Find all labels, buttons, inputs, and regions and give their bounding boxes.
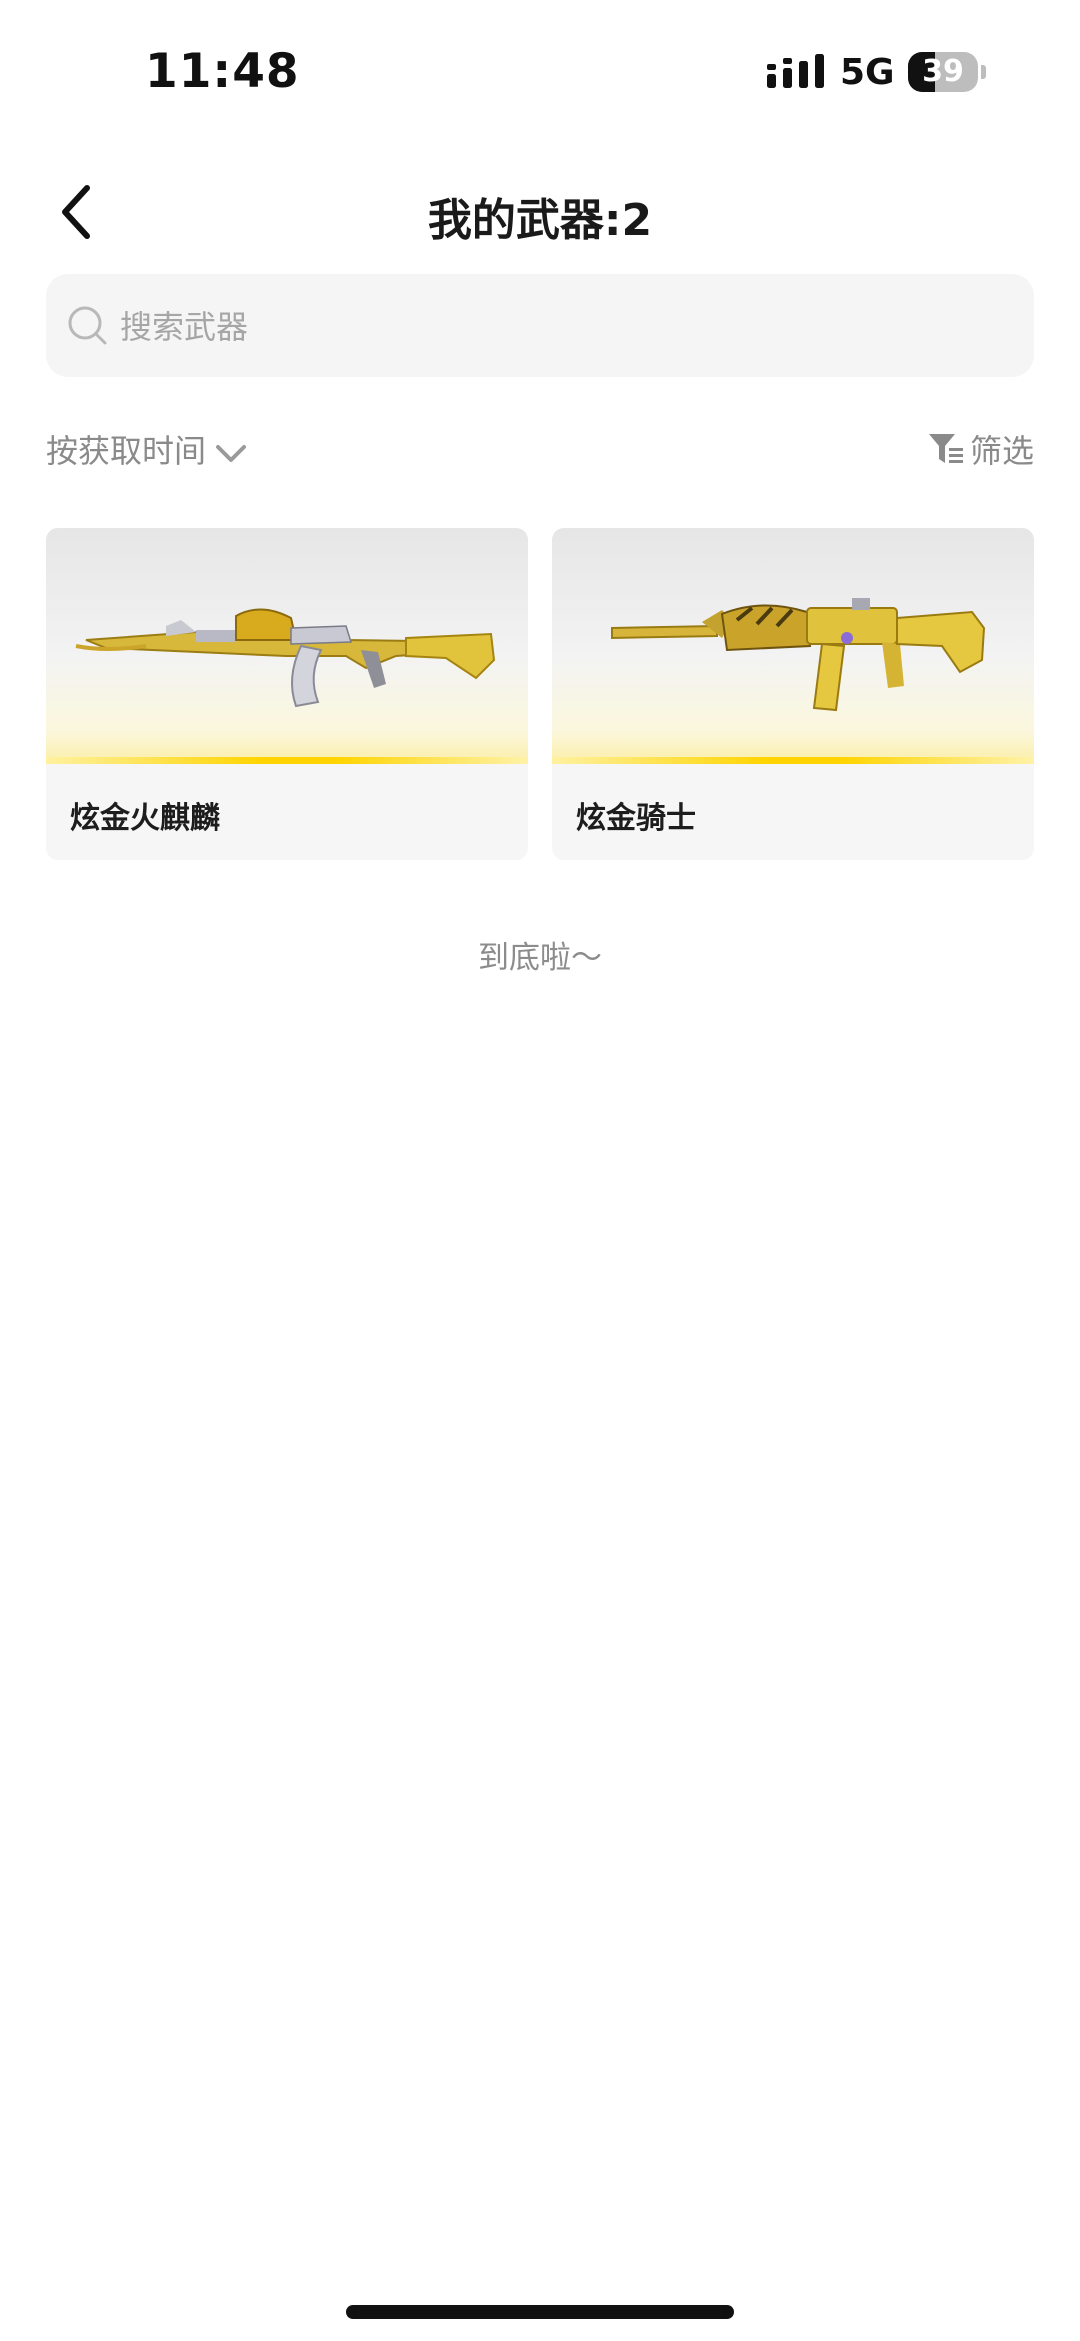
weapon-image — [552, 528, 1034, 764]
filter-button[interactable]: 筛选 — [928, 424, 1034, 474]
weapon-name: 炫金火麒麟 — [70, 801, 220, 836]
weapon-name: 炫金骑士 — [576, 801, 696, 836]
cellular-signal-icon — [767, 54, 824, 88]
search-input[interactable] — [118, 274, 1002, 379]
home-indicator[interactable] — [346, 2305, 734, 2319]
search-bar[interactable] — [46, 274, 1034, 379]
status-time: 11:48 — [145, 44, 300, 99]
rarity-stripe — [46, 757, 528, 764]
end-of-list-text: 到底啦～ — [478, 940, 602, 976]
weapon-card[interactable]: 炫金火麒麟 — [46, 528, 528, 860]
filter-label: 筛选 — [969, 432, 1034, 470]
battery-icon: 39 — [908, 52, 986, 92]
search-icon — [68, 306, 107, 345]
ak-rifle-gold-icon — [75, 608, 496, 708]
weapon-grid: 炫金火麒麟 炫金骑士 — [46, 528, 1034, 860]
chevron-down-icon — [216, 445, 247, 462]
nav-bar: 我的武器:2 — [0, 170, 1080, 254]
weapon-card[interactable]: 炫金骑士 — [552, 528, 1034, 860]
m4-rifle-gold-icon — [611, 598, 986, 712]
sort-label: 按获取时间 — [46, 432, 207, 470]
weapon-image — [46, 528, 528, 764]
filter-icon — [928, 434, 963, 463]
status-bar: 11:48 5G 39 — [0, 0, 1080, 140]
network-type: 5G — [840, 52, 895, 93]
sort-dropdown[interactable]: 按获取时间 — [46, 424, 248, 474]
battery-level: 39 — [922, 54, 964, 89]
page-title: 我的武器:2 — [427, 195, 653, 246]
rarity-stripe — [552, 757, 1034, 764]
